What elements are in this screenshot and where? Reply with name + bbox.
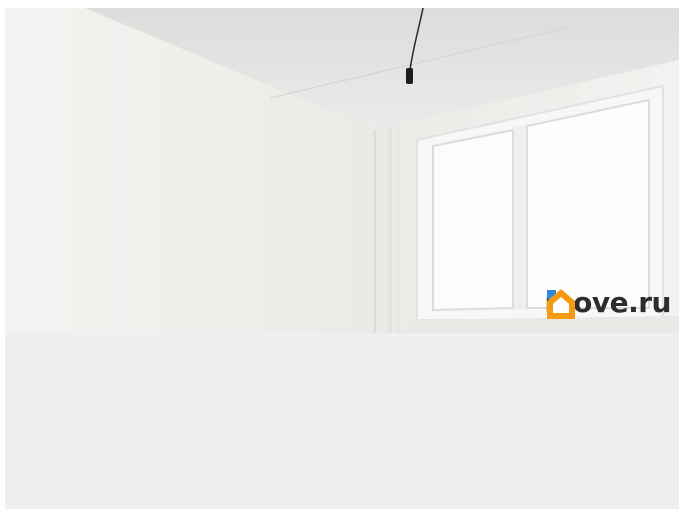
listing-image-card: move.ru (5, 8, 679, 509)
watermark: move.ru (544, 286, 671, 319)
house-icon (547, 289, 576, 319)
room-illustration (5, 8, 679, 333)
image-placeholder-area (5, 333, 679, 509)
room-photo[interactable]: move.ru (5, 8, 679, 333)
